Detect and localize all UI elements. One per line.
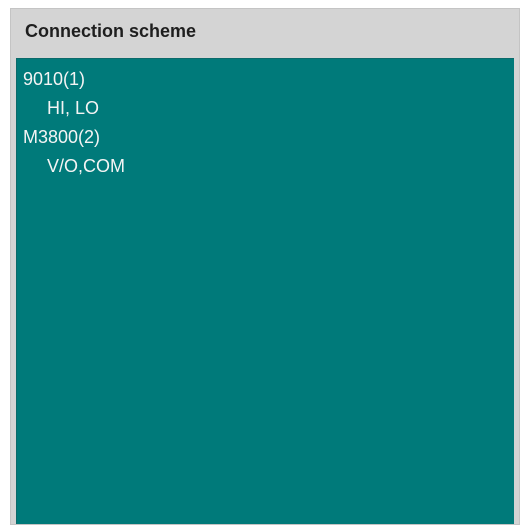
tree-item-terminals[interactable]: HI, LO — [17, 94, 514, 123]
tree-item-instrument[interactable]: 9010(1) — [17, 65, 514, 94]
connection-scheme-panel: Connection scheme 9010(1) HI, LO M3800(2… — [10, 8, 520, 525]
tree-item-instrument[interactable]: M3800(2) — [17, 123, 514, 152]
panel-title: Connection scheme — [11, 9, 519, 53]
connection-tree[interactable]: 9010(1) HI, LO M3800(2) V/O,COM — [16, 58, 514, 524]
tree-item-terminals[interactable]: V/O,COM — [17, 152, 514, 181]
